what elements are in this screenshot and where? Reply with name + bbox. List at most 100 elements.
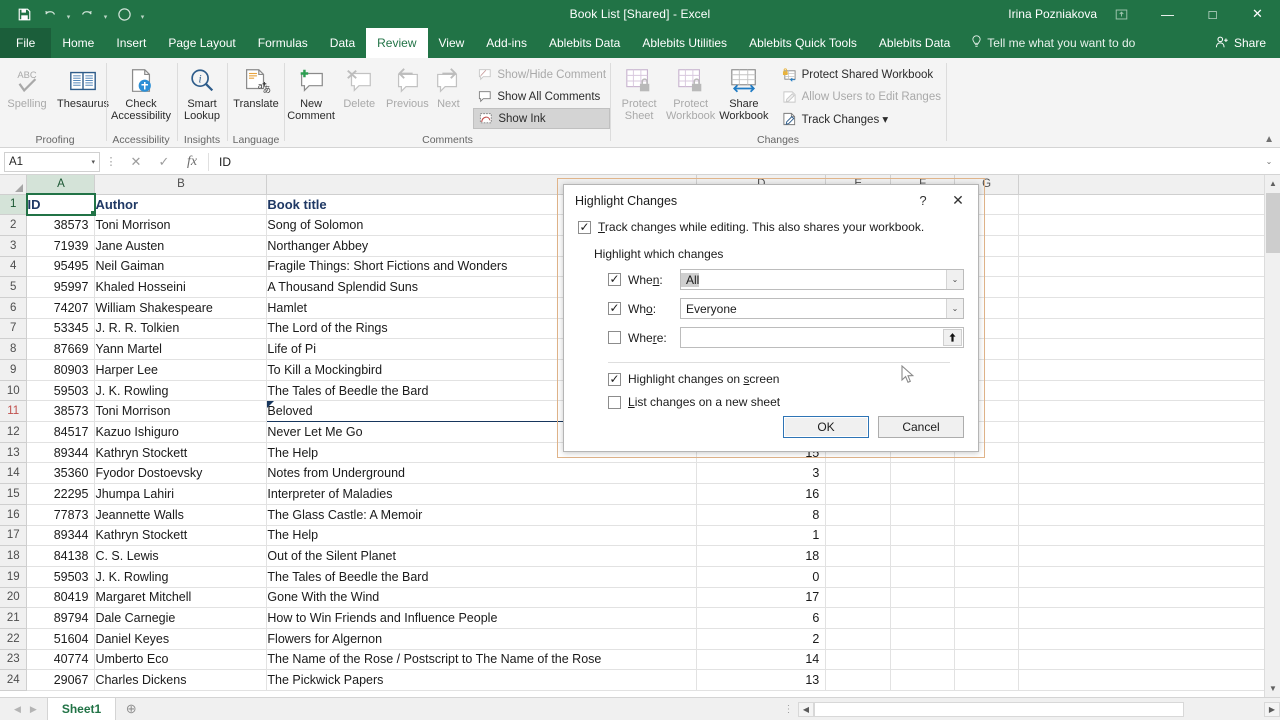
table-row[interactable]: 674207William ShakespeareHamlet17: [0, 297, 1280, 318]
row-header-20[interactable]: 20: [0, 587, 27, 608]
cell-e14[interactable]: [826, 463, 891, 484]
cell-b13[interactable]: Kathryn Stockett: [95, 442, 267, 463]
tab-home[interactable]: Home: [51, 28, 105, 58]
smart-lookup-button[interactable]: i Smart Lookup: [178, 62, 226, 122]
account-name[interactable]: Irina Pozniakova: [1008, 7, 1111, 21]
table-row[interactable]: 371939Jane AustenNorthanger Abbey11: [0, 235, 1280, 256]
cell-f16[interactable]: [891, 504, 955, 525]
expand-formula-bar-icon[interactable]: ⌄: [1258, 157, 1280, 166]
collapse-ribbon-icon[interactable]: ▲: [1264, 134, 1274, 145]
cell-a5[interactable]: 95997: [27, 277, 95, 298]
translate-button[interactable]: aあ Translate: [228, 62, 284, 110]
cell-d22[interactable]: 2: [697, 628, 826, 649]
cell-h3[interactable]: [1019, 235, 1280, 256]
cell-f19[interactable]: [891, 566, 955, 587]
cell-d23[interactable]: 14: [697, 649, 826, 670]
cell-b2[interactable]: Toni Morrison: [95, 215, 267, 236]
cell-a2[interactable]: 38573: [27, 215, 95, 236]
hscroll-left-icon[interactable]: ◀: [798, 702, 814, 717]
cell-c24[interactable]: The Pickwick Papers: [267, 670, 697, 691]
cell-g15[interactable]: [955, 484, 1019, 505]
vertical-scrollbar[interactable]: ▲ ▼: [1264, 175, 1280, 697]
hscroll-grip[interactable]: ⋮: [780, 704, 798, 715]
cell-h20[interactable]: [1019, 587, 1280, 608]
row-header-5[interactable]: 5: [0, 277, 27, 298]
column-header-a[interactable]: A: [27, 175, 95, 194]
cell-h9[interactable]: [1019, 360, 1280, 381]
row-header-13[interactable]: 13: [0, 442, 27, 463]
cell-g17[interactable]: [955, 525, 1019, 546]
row-header-6[interactable]: 6: [0, 297, 27, 318]
cell-h18[interactable]: [1019, 546, 1280, 567]
redo-icon[interactable]: [75, 3, 99, 25]
cell-h4[interactable]: [1019, 256, 1280, 277]
table-row[interactable]: 980903Harper LeeTo Kill a Mockingbird3: [0, 360, 1280, 381]
cell-f17[interactable]: [891, 525, 955, 546]
cell-b12[interactable]: Kazuo Ishiguro: [95, 422, 267, 443]
cell-f14[interactable]: [891, 463, 955, 484]
cell-e18[interactable]: [826, 546, 891, 567]
table-row[interactable]: 1884138C. S. LewisOut of the Silent Plan…: [0, 546, 1280, 567]
table-row[interactable]: 1959503J. K. RowlingThe Tales of Beedle …: [0, 566, 1280, 587]
tab-page-layout[interactable]: Page Layout: [157, 28, 246, 58]
cell-a19[interactable]: 59503: [27, 566, 95, 587]
cell-h21[interactable]: [1019, 608, 1280, 629]
touch-mode-icon[interactable]: [112, 3, 136, 25]
cell-f21[interactable]: [891, 608, 955, 629]
cell-e20[interactable]: [826, 587, 891, 608]
cell-a23[interactable]: 40774: [27, 649, 95, 670]
row-header-1[interactable]: 1: [0, 194, 27, 215]
cell-a3[interactable]: 71939: [27, 235, 95, 256]
cell-c2[interactable]: Song of Solomon: [267, 215, 697, 236]
row-header-19[interactable]: 19: [0, 566, 27, 587]
cancel-button[interactable]: Cancel: [878, 416, 964, 438]
table-row[interactable]: 1284517Kazuo IshiguroNever Let Me Go6: [0, 422, 1280, 443]
who-chevron-down-icon[interactable]: ⌄: [946, 299, 963, 318]
cell-c6[interactable]: Hamlet: [267, 297, 697, 318]
cell-c14[interactable]: Notes from Underground: [267, 463, 697, 484]
row-header-9[interactable]: 9: [0, 360, 27, 381]
show-ink-button[interactable]: Show Ink: [473, 108, 610, 129]
horizontal-scrollbar[interactable]: [814, 702, 1264, 717]
cell-a15[interactable]: 22295: [27, 484, 95, 505]
cell-f15[interactable]: [891, 484, 955, 505]
cell-c23[interactable]: The Name of the Rose / Postscript to The…: [267, 649, 697, 670]
check-accessibility-button[interactable]: Check Accessibility: [109, 62, 173, 122]
cell-a4[interactable]: 95495: [27, 256, 95, 277]
cell-b5[interactable]: Khaled Hosseini: [95, 277, 267, 298]
cell-a12[interactable]: 84517: [27, 422, 95, 443]
cell-c18[interactable]: Out of the Silent Planet: [267, 546, 697, 567]
tab-ablebits-data[interactable]: Ablebits Data: [538, 28, 631, 58]
table-row[interactable]: 1059503J. K. RowlingThe Tales of Beedle …: [0, 380, 1280, 401]
cell-e15[interactable]: [826, 484, 891, 505]
cell-a18[interactable]: 84138: [27, 546, 95, 567]
cell-d16[interactable]: 8: [697, 504, 826, 525]
tab-review[interactable]: Review: [366, 28, 427, 58]
formula-bar-grip[interactable]: ⋮: [100, 155, 122, 168]
tab-ablebits-quick-tools[interactable]: Ablebits Quick Tools: [738, 28, 868, 58]
cell-e24[interactable]: [826, 670, 891, 691]
cell-a10[interactable]: 59503: [27, 380, 95, 401]
cell-a7[interactable]: 53345: [27, 318, 95, 339]
row-header-12[interactable]: 12: [0, 422, 27, 443]
row-header-10[interactable]: 10: [0, 380, 27, 401]
cell-a14[interactable]: 35360: [27, 463, 95, 484]
table-row[interactable]: 887669Yann MartelLife of Pi13: [0, 339, 1280, 360]
column-header-b[interactable]: B: [95, 175, 267, 194]
cell-c9[interactable]: To Kill a Mockingbird: [267, 360, 697, 381]
sheet-tab-sheet1[interactable]: Sheet1: [47, 698, 116, 720]
close-button[interactable]: ✕: [1235, 0, 1280, 28]
cell-h5[interactable]: [1019, 277, 1280, 298]
who-combobox[interactable]: Everyone ⌄: [680, 298, 964, 319]
table-row[interactable]: 1522295Jhumpa LahiriInterpreter of Malad…: [0, 484, 1280, 505]
table-row[interactable]: 2080419Margaret MitchellGone With the Wi…: [0, 587, 1280, 608]
cell-a20[interactable]: 80419: [27, 587, 95, 608]
sheet-prev-icon[interactable]: ◀: [14, 704, 21, 715]
scroll-down-icon[interactable]: ▼: [1265, 680, 1280, 697]
select-all-corner[interactable]: [0, 175, 27, 194]
spelling-button[interactable]: ABC Spelling: [0, 62, 54, 110]
cell-a24[interactable]: 29067: [27, 670, 95, 691]
cell-c4[interactable]: Fragile Things: Short Fictions and Wonde…: [267, 256, 697, 277]
cell-b9[interactable]: Harper Lee: [95, 360, 267, 381]
cell-b4[interactable]: Neil Gaiman: [95, 256, 267, 277]
